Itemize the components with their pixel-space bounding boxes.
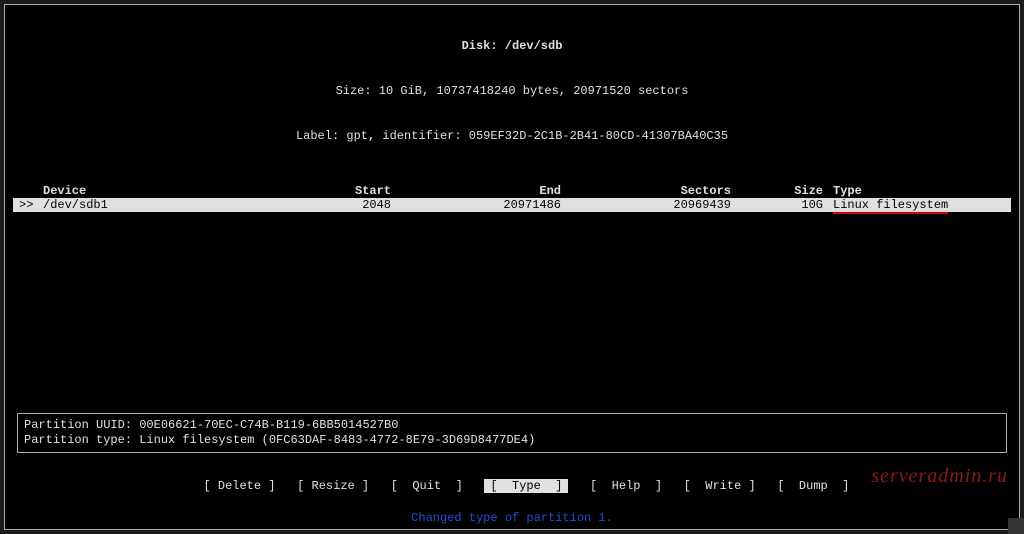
row-sectors: 20969439 <box>567 198 737 212</box>
menu-resize[interactable]: [ Resize ] <box>297 479 369 493</box>
terminal-window: Disk: /dev/sdb Size: 10 GiB, 10737418240… <box>4 4 1020 530</box>
col-end: End <box>397 184 567 198</box>
row-selector: >> <box>13 198 37 212</box>
menu-help[interactable]: [ Help ] <box>590 479 662 493</box>
menu-delete[interactable]: [ Delete ] <box>203 479 275 493</box>
col-start: Start <box>237 184 397 198</box>
row-type: Linux filesystem <box>827 198 1011 212</box>
disk-size-line: Size: 10 GiB, 10737418240 bytes, 2097152… <box>13 84 1011 99</box>
partition-table: Device Start End Sectors Size Type >> /d… <box>13 184 1011 212</box>
col-type: Type <box>827 184 1011 198</box>
table-header-row: Device Start End Sectors Size Type <box>13 184 1011 198</box>
row-end: 20971486 <box>397 198 567 212</box>
menu-bar: [ Delete ] [ Resize ] [ Quit ] [ Type ] … <box>13 465 1011 507</box>
col-size: Size <box>737 184 827 198</box>
menu-type[interactable]: [ Type ] <box>484 479 568 493</box>
row-device: /dev/sdb1 <box>37 198 237 212</box>
disk-title-prefix: Disk: <box>462 39 505 53</box>
partition-type: Partition type: Linux filesystem (0FC63D… <box>24 433 1000 448</box>
col-device: Device <box>37 184 237 198</box>
table-row[interactable]: >> /dev/sdb1 2048 20971486 20969439 10G … <box>13 198 1011 212</box>
disk-header: Disk: /dev/sdb Size: 10 GiB, 10737418240… <box>13 9 1011 174</box>
row-size: 10G <box>737 198 827 212</box>
menu-dump[interactable]: [ Dump ] <box>777 479 849 493</box>
menu-quit[interactable]: [ Quit ] <box>391 479 463 493</box>
status-message: Changed type of partition 1. <box>13 511 1011 525</box>
partition-uuid: Partition UUID: 00E06621-70EC-C74B-B119-… <box>24 418 1000 433</box>
col-sectors: Sectors <box>567 184 737 198</box>
row-start: 2048 <box>237 198 397 212</box>
partition-info-box: Partition UUID: 00E06621-70EC-C74B-B119-… <box>17 413 1007 453</box>
disk-path: /dev/sdb <box>505 39 563 53</box>
disk-label-line: Label: gpt, identifier: 059EF32D-2C1B-2B… <box>13 129 1011 144</box>
menu-write[interactable]: [ Write ] <box>684 479 756 493</box>
